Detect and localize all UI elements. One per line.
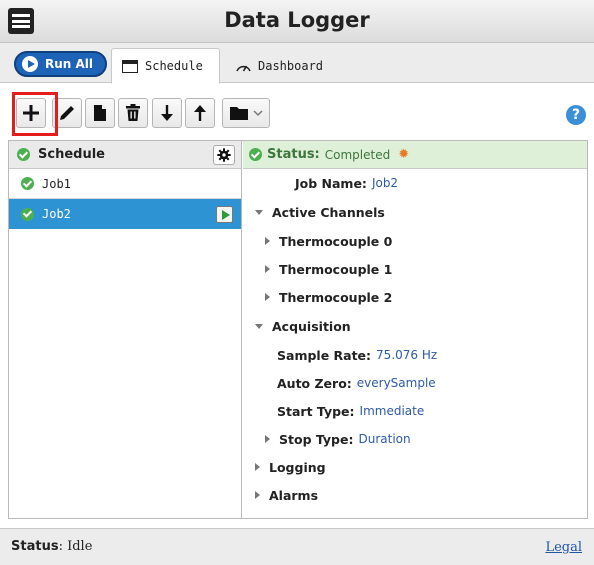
check-icon: [21, 177, 34, 190]
app-status-label: Status: [11, 539, 59, 554]
start-type-row: Start Type: Immediate: [277, 401, 424, 421]
details-panel: Status: Completed ✹ Job Name: Job2 Activ…: [243, 141, 587, 518]
channel-label: Thermocouple 2: [279, 289, 393, 305]
active-channels-row[interactable]: Active Channels: [255, 202, 390, 222]
stop-type-value: Duration: [358, 432, 411, 446]
edit-button[interactable]: [52, 98, 82, 128]
active-channels-label: Active Channels: [272, 204, 385, 220]
collapsed-icon: [265, 435, 270, 443]
collapsed-icon: [255, 463, 260, 471]
expanded-icon: [255, 209, 263, 215]
collapsed-icon: [265, 265, 270, 273]
tab-schedule[interactable]: Schedule: [111, 48, 220, 84]
collapsed-icon: [255, 491, 260, 499]
add-button[interactable]: [16, 98, 46, 128]
expanded-icon: [255, 323, 263, 329]
collapsed-icon: [265, 293, 270, 301]
status-value: Completed: [324, 147, 391, 162]
check-icon: [21, 207, 34, 221]
play-icon: [221, 209, 230, 220]
start-type-value: Immediate: [359, 404, 425, 418]
document-icon: [94, 105, 106, 121]
job-name: Job2: [42, 207, 71, 221]
add-icon: [23, 105, 39, 121]
arrow-down-icon: [161, 105, 173, 121]
auto-zero-label: Auto Zero:: [277, 375, 352, 391]
folder-dropdown-button[interactable]: [222, 98, 270, 128]
tab-bar: Run All Schedule Dashboard: [0, 43, 594, 84]
channel-row[interactable]: Thermocouple 1: [265, 259, 397, 279]
move-down-button[interactable]: [152, 98, 182, 128]
gauge-icon: [236, 65, 251, 72]
check-icon: [17, 148, 30, 161]
tab-dashboard-label: Dashboard: [258, 59, 324, 73]
logging-label: Logging: [269, 459, 326, 475]
collapsed-icon: [265, 237, 270, 245]
run-job-button[interactable]: [216, 206, 233, 223]
pencil-icon: [60, 106, 74, 120]
logging-row[interactable]: Logging: [255, 457, 331, 477]
sample-rate-label: Sample Rate:: [277, 347, 372, 363]
app-status: Status: Idle: [11, 539, 92, 554]
channel-label: Thermocouple 0: [279, 233, 393, 249]
app-title: Data Logger: [224, 8, 370, 32]
alarms-row[interactable]: Alarms: [255, 485, 323, 505]
alarm-icon: ✹: [398, 147, 410, 162]
job-name: Job1: [42, 176, 71, 191]
run-all-button[interactable]: Run All: [14, 51, 107, 77]
legal-link[interactable]: Legal: [545, 540, 582, 555]
status-bar: Status: Idle Legal: [0, 528, 594, 565]
arrow-up-icon: [194, 105, 206, 121]
channel-row[interactable]: Thermocouple 0: [265, 231, 397, 251]
sample-rate-value: 75.076 Hz: [376, 348, 438, 362]
play-icon: [22, 56, 38, 72]
job-name-row: Job Name: Job2: [295, 173, 398, 193]
channel-label: Thermocouple 1: [279, 261, 393, 277]
chevron-down-icon: [253, 110, 263, 117]
title-bar: Data Logger: [0, 0, 594, 43]
schedule-header: Schedule: [9, 141, 241, 169]
status-header: Status: Completed ✹: [243, 141, 587, 169]
help-icon[interactable]: ?: [566, 105, 586, 125]
toolbar: [0, 84, 594, 140]
gear-icon: [217, 148, 231, 162]
delete-button[interactable]: [118, 98, 148, 128]
acquisition-label: Acquisition: [272, 318, 351, 334]
tab-dashboard[interactable]: Dashboard: [225, 48, 345, 84]
start-type-label: Start Type:: [277, 403, 355, 419]
trash-icon: [126, 104, 140, 121]
folder-icon: [230, 107, 248, 120]
schedule-header-label: Schedule: [38, 147, 105, 162]
job-name-label: Job Name:: [295, 175, 367, 191]
sample-rate-row: Sample Rate: 75.076 Hz: [277, 345, 437, 365]
alarms-label: Alarms: [269, 487, 319, 503]
stop-type-row[interactable]: Stop Type: Duration: [265, 429, 411, 449]
stop-type-label: Stop Type:: [279, 431, 354, 447]
run-all-label: Run All: [45, 57, 94, 71]
status-label: Status:: [267, 147, 320, 162]
calendar-icon: [122, 59, 138, 73]
job-name-value: Job2: [371, 176, 399, 190]
auto-zero-row: Auto Zero: everySample: [277, 373, 436, 393]
channel-row[interactable]: Thermocouple 2: [265, 287, 397, 307]
job-row-selected[interactable]: Job2: [9, 199, 241, 229]
acquisition-row[interactable]: Acquisition: [255, 316, 356, 336]
tab-schedule-label: Schedule: [145, 59, 203, 73]
move-up-button[interactable]: [185, 98, 215, 128]
auto-zero-value: everySample: [356, 376, 436, 390]
schedule-settings-button[interactable]: [213, 145, 235, 165]
check-icon: [249, 148, 262, 161]
schedule-panel: Schedule Job1 Job2: [9, 141, 242, 518]
copy-button[interactable]: [85, 98, 115, 128]
job-row[interactable]: Job1: [9, 169, 241, 199]
app-status-value: : Idle: [58, 539, 93, 554]
